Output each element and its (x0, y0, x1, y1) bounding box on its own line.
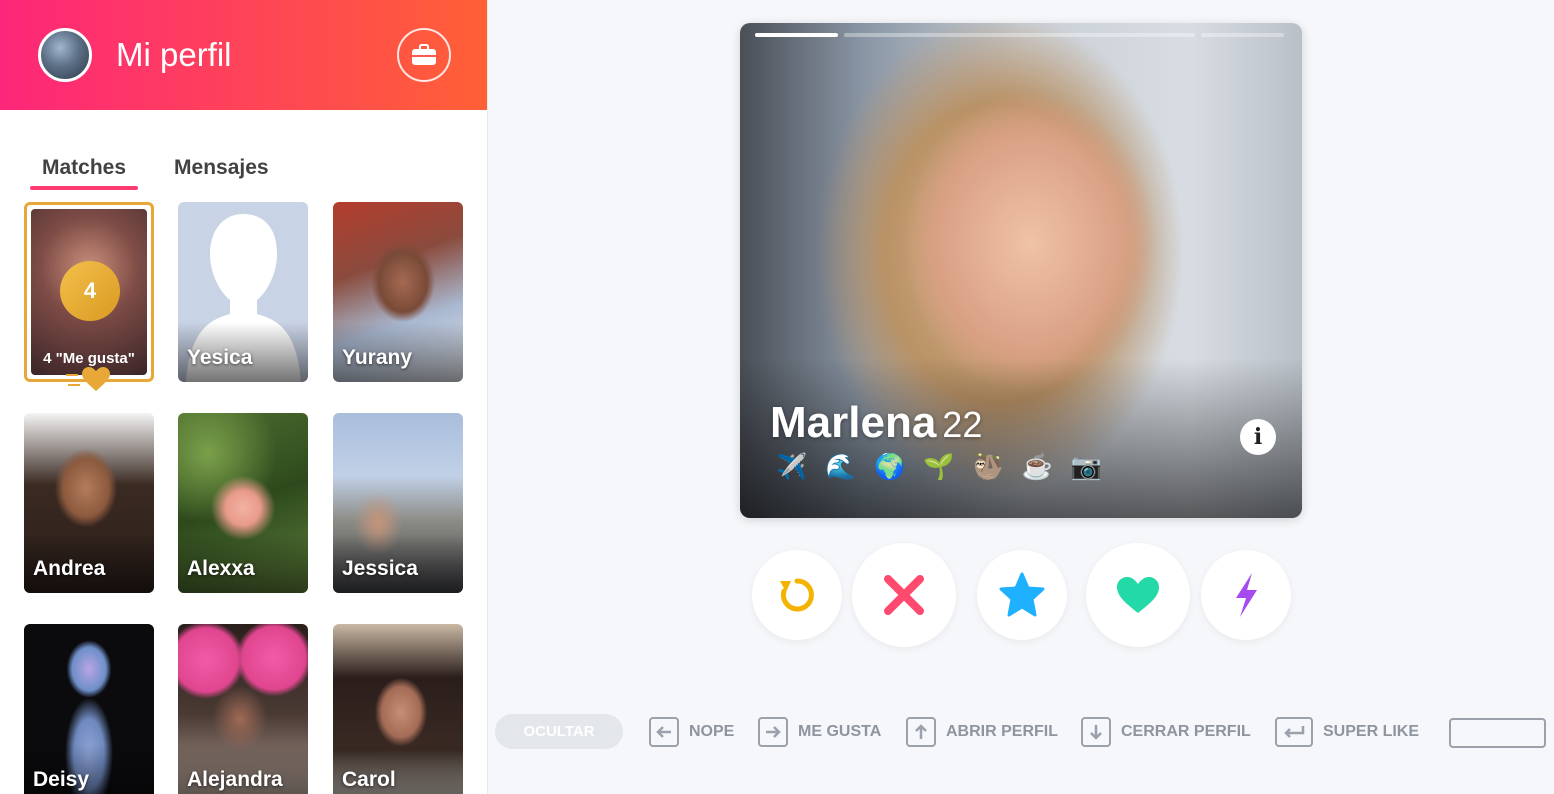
coffee-icon: ☕ (1021, 453, 1053, 481)
blurred-photo: 4 4 "Me gusta" (31, 209, 147, 375)
match-card[interactable]: Yesica (178, 202, 308, 382)
shortcut-close-profile: CERRAR PERFIL (1081, 717, 1251, 747)
bolt-icon (1236, 573, 1257, 617)
shortcut-label: SUPER LIKE (1323, 723, 1420, 740)
shortcut-nope: NOPE (649, 717, 734, 747)
match-name: Alejandra (187, 768, 283, 791)
photo-indicator[interactable] (1200, 33, 1284, 37)
arrow-left-key-icon (649, 717, 679, 747)
heart-icon (1117, 577, 1159, 613)
profile-age: 22 (942, 404, 983, 445)
info-icon: i (1253, 424, 1263, 450)
profile-card[interactable]: Marlena 22 ✈️ 🌊 🌍 🌱 🦥 ☕ 📷 i (740, 23, 1302, 518)
tab-messages[interactable]: Mensajes (162, 142, 281, 190)
boost-button[interactable] (1201, 550, 1291, 640)
page-title[interactable]: Mi perfil (116, 36, 397, 74)
globe-icon: 🌍 (874, 453, 906, 481)
likes-label: 4 "Me gusta" (43, 350, 135, 367)
match-card[interactable]: Carol (333, 624, 463, 794)
x-icon (884, 575, 924, 615)
match-name: Yesica (187, 346, 253, 369)
superlike-button[interactable] (977, 550, 1067, 640)
hide-shortcuts-button[interactable]: OCULTAR (495, 714, 623, 749)
star-icon (999, 572, 1045, 617)
arrow-right-key-icon (758, 717, 788, 747)
shortcut-like: ME GUSTA (758, 717, 881, 747)
match-card[interactable]: Alejandra (178, 624, 308, 794)
keyboard-shortcuts-bar: OCULTAR NOPE ME GUSTA ABRIR PERFIL CERRA… (495, 714, 1550, 750)
rewind-button[interactable] (752, 550, 842, 640)
work-mode-button[interactable] (397, 28, 451, 82)
shortcut-open-profile: ABRIR PERFIL (906, 717, 1058, 747)
match-name: Alexxa (187, 557, 255, 580)
enter-key-icon (1275, 717, 1313, 747)
rewind-icon (780, 578, 814, 612)
shortcut-label: ME GUSTA (798, 723, 882, 740)
sloth-icon: 🦥 (972, 453, 1004, 481)
nope-button[interactable] (852, 543, 956, 647)
info-button[interactable]: i (1240, 419, 1276, 455)
briefcase-icon (412, 44, 436, 65)
sidebar: Mi perfil Matches Mensajes 4 4 "Me gusta… (0, 0, 488, 794)
match-name: Carol (342, 768, 396, 791)
match-card[interactable]: Yurany (333, 202, 463, 382)
photo-indicator[interactable] (844, 33, 1195, 37)
likes-count-badge: 4 (60, 261, 120, 321)
arrow-up-key-icon (906, 717, 936, 747)
like-button[interactable] (1086, 543, 1190, 647)
space-key-icon (1449, 718, 1546, 748)
arrow-down-key-icon (1081, 717, 1111, 747)
photo-progress (755, 33, 1284, 37)
shortcut-label: CERRAR PERFIL (1121, 723, 1251, 740)
match-name: Yurany (342, 346, 413, 369)
likes-you-card[interactable]: 4 4 "Me gusta" (24, 202, 154, 382)
heart-icon (66, 366, 110, 794)
camera-icon: 📷 (1070, 453, 1102, 481)
match-card[interactable]: Alexxa (178, 413, 308, 593)
profile-header: Mi perfil (0, 0, 487, 110)
shortcut-label: NOPE (689, 723, 735, 740)
photo-indicator[interactable] (755, 33, 839, 37)
profile-name-text: Marlena (770, 398, 937, 447)
wave-icon: 🌊 (825, 453, 857, 481)
airplane-icon: ✈️ (776, 453, 808, 481)
profile-name: Marlena 22 (770, 398, 982, 448)
avatar[interactable] (38, 28, 92, 82)
shortcut-label: ABRIR PERFIL (946, 723, 1058, 740)
tab-matches[interactable]: Matches (30, 142, 139, 190)
match-name: Jessica (342, 557, 418, 580)
shortcut-superlike: SUPER LIKE (1275, 717, 1419, 747)
tab-bar: Matches Mensajes (0, 110, 487, 190)
match-card[interactable]: Jessica (333, 413, 463, 593)
action-buttons (752, 543, 1292, 647)
interest-icons: ✈️ 🌊 🌍 🌱 🦥 ☕ 📷 (776, 453, 1102, 482)
seedling-icon: 🌱 (923, 453, 955, 481)
